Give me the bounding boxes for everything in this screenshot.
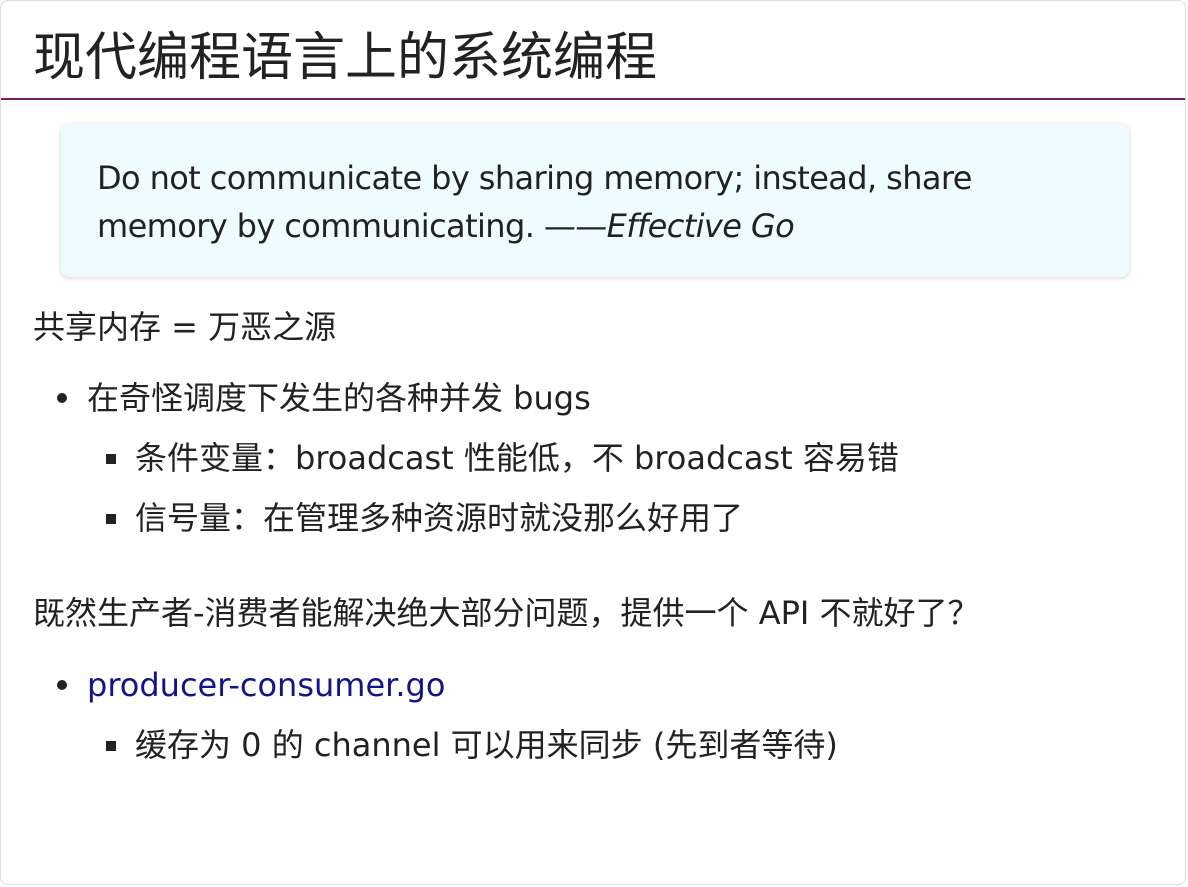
sub-bullet-square bbox=[106, 741, 116, 751]
slide: 现代编程语言上的系统编程 Do not communicate by shari… bbox=[0, 0, 1186, 885]
list-item: 缓存为 0 的 channel 可以用来同步 (先到者等待) bbox=[55, 725, 838, 765]
quote-block: Do not communicate by sharing memory; in… bbox=[61, 124, 1129, 277]
bullet-list-channels: producer-consumer.go 缓存为 0 的 channel 可以用… bbox=[55, 665, 838, 765]
sub-bullet-square bbox=[106, 454, 116, 464]
quote-source: Effective Go bbox=[606, 207, 795, 245]
section-heading-shared-memory: 共享内存 = 万恶之源 bbox=[33, 308, 337, 346]
list-item: 信号量：在管理多种资源时就没那么好用了 bbox=[55, 498, 899, 538]
sub-bullet-square bbox=[106, 514, 116, 524]
sub-bullet-text: 条件变量：broadcast 性能低，不 broadcast 容易错 bbox=[135, 439, 899, 477]
sub-bullet-list: 缓存为 0 的 channel 可以用来同步 (先到者等待) bbox=[55, 725, 838, 765]
bullet-list-concurrency: 在奇怪调度下发生的各种并发 bugs 条件变量：broadcast 性能低，不 … bbox=[55, 378, 899, 538]
section-heading-producer-consumer: 既然生产者-消费者能解决绝大部分问题，提供一个 API 不就好了？ bbox=[33, 594, 980, 632]
list-item: 条件变量：broadcast 性能低，不 broadcast 容易错 bbox=[55, 438, 899, 478]
producer-consumer-link[interactable]: producer-consumer.go bbox=[87, 666, 445, 704]
bullet-dot bbox=[57, 680, 67, 690]
bullet-dot bbox=[57, 393, 67, 403]
list-item: producer-consumer.go bbox=[55, 665, 838, 705]
title-divider bbox=[1, 98, 1185, 100]
sub-bullet-text: 缓存为 0 的 channel 可以用来同步 (先到者等待) bbox=[135, 726, 838, 764]
sub-bullet-list: 条件变量：broadcast 性能低，不 broadcast 容易错 信号量：在… bbox=[55, 438, 899, 538]
sublist-container: 缓存为 0 的 channel 可以用来同步 (先到者等待) bbox=[55, 725, 838, 765]
sub-bullet-text: 信号量：在管理多种资源时就没那么好用了 bbox=[135, 499, 744, 537]
sublist-container: 条件变量：broadcast 性能低，不 broadcast 容易错 信号量：在… bbox=[55, 438, 899, 538]
list-item: 在奇怪调度下发生的各种并发 bugs bbox=[55, 378, 899, 418]
slide-title: 现代编程语言上的系统编程 bbox=[33, 28, 658, 88]
quote-text: Do not communicate by sharing memory; in… bbox=[97, 159, 972, 245]
bullet-text: 在奇怪调度下发生的各种并发 bugs bbox=[87, 379, 591, 417]
